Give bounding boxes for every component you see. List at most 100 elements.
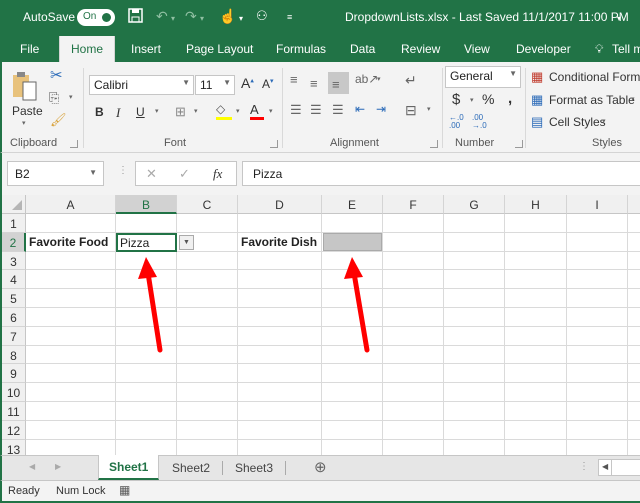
cell-styles-button[interactable]: Cell Styles [549,115,606,129]
italic-button[interactable]: I [116,105,120,121]
bold-button[interactable]: B [95,105,104,119]
font-name-combo[interactable]: Calibri ▼ [89,75,194,95]
increase-font-size-icon[interactable]: A▴ [241,75,254,91]
increase-indent-icon[interactable]: ⇥ [376,102,386,116]
macro-recording-icon[interactable]: ▦ [119,483,130,497]
cut-icon[interactable]: ✂ [50,66,63,84]
scroll-tabs-right-icon[interactable]: ▶ [55,462,61,471]
toggle-knob [102,13,111,22]
font-color-dropdown-icon[interactable]: ▾ [269,107,273,115]
name-box[interactable]: B2 ▼ [7,161,104,186]
format-painter-icon[interactable]: 🖌︎ [50,112,67,128]
comma-button[interactable]: , [508,90,512,107]
underline-button[interactable]: U [136,105,145,119]
format-table-dropdown-icon[interactable]: ▾ [631,95,635,103]
tab-developer[interactable]: Developer [516,42,571,56]
undo-icon[interactable]: ↶ [156,8,168,25]
alignment-launcher-icon[interactable]: . [430,140,438,148]
align-left-icon[interactable]: ☰ [290,102,302,118]
cancel-icon[interactable]: ✕ [146,166,157,182]
wrap-text-icon[interactable]: ↵ [405,72,417,89]
autosave-toggle[interactable]: On [77,9,115,26]
status-num-lock: Num Lock [56,485,106,497]
horizontal-scrollbar[interactable]: ◀ [598,459,640,476]
orientation-dropdown-icon[interactable]: ▾ [377,75,381,83]
align-right-icon[interactable]: ☰ [332,102,344,118]
tab-home[interactable]: Home [59,36,116,62]
org-chart-icon[interactable]: ⚇ [256,8,268,24]
clipboard-group-label: Clipboard [10,137,58,149]
separator [442,68,443,148]
touch-dropdown-icon[interactable]: ▾ [239,14,243,23]
fill-dropdown-icon[interactable]: ▾ [236,107,240,115]
paste-dropdown-icon[interactable]: ▾ [22,119,26,127]
font-color-icon[interactable]: A [250,102,264,120]
tab-insert[interactable]: Insert [131,42,161,56]
tab-file[interactable]: File [20,42,39,56]
insert-function-icon[interactable]: fx [213,166,222,182]
format-as-table-button[interactable]: Format as Table [549,93,635,107]
name-box-value: B2 [15,167,30,181]
copy-dropdown-icon[interactable]: ▾ [69,93,73,101]
sheet-tab-sheet2[interactable]: Sheet2 [162,456,220,480]
decrease-indent-icon[interactable]: ⇤ [355,102,365,116]
formula-input[interactable]: Pizza [242,161,640,186]
tell-me-search[interactable]: Tell me [612,42,640,56]
cell-styles-dropdown-icon[interactable]: ▾ [602,117,606,125]
font-size-combo[interactable]: 11 ▼ [195,75,235,95]
tab-review[interactable]: Review [401,42,440,56]
borders-dropdown-icon[interactable]: ▾ [194,107,198,115]
save-icon[interactable] [128,8,143,26]
new-sheet-icon[interactable]: ⊕ [314,458,327,476]
bottom-align-button[interactable]: ≡ [328,72,349,94]
orientation-icon[interactable]: ab↗ [355,72,378,86]
clipboard-launcher-icon[interactable]: . [70,140,78,148]
decrease-font-size-icon[interactable]: A▾ [262,77,274,91]
merge-center-icon[interactable]: ⊟ [405,102,417,119]
tab-data[interactable]: Data [350,42,375,56]
tab-view[interactable]: View [464,42,490,56]
currency-dropdown-icon[interactable]: ▾ [470,96,474,104]
number-format-combo[interactable]: General ▼ [445,66,521,88]
number-launcher-icon[interactable]: . [515,140,523,148]
undo-dropdown-icon[interactable]: ▾ [171,14,175,23]
bottom-align-icon: ≡ [332,77,340,92]
scroll-left-icon[interactable]: ◀ [599,460,612,475]
merge-dropdown-icon[interactable]: ▾ [427,105,431,113]
worksheet-grid[interactable]: ABCDEFGHI 1 2 3 4 5 6 7 8 9 10 11 12 13 Favorite Foo… [0,195,640,455]
currency-button[interactable]: $ [452,91,460,108]
underline-dropdown-icon[interactable]: ▾ [155,107,159,115]
sheet-tab-sheet3[interactable]: Sheet3 [225,456,283,480]
chevron-down-icon: ▼ [89,168,97,177]
borders-icon[interactable]: ⊞ [175,104,186,120]
percent-button[interactable]: % [482,91,494,107]
tab-page-layout[interactable]: Page Layout [186,42,253,56]
conditional-formatting-button[interactable]: Conditional Formatting [549,70,640,84]
format-as-table-icon: ▦ [531,92,544,107]
fill-color-icon[interactable]: ◇ [216,102,232,120]
redo-icon[interactable]: ↷ [185,8,197,25]
split-handle-icon[interactable]: ⋮ [579,461,589,472]
scroll-tabs-left-icon[interactable]: ◀ [29,462,35,471]
touch-mode-icon[interactable]: ☝ [219,8,236,25]
top-align-icon[interactable]: ≡ [290,72,298,87]
copy-icon[interactable]: ⎘ [49,90,59,106]
tab-formulas[interactable]: Formulas [276,42,326,56]
ribbon-home: Paste ▾ ✂ ⎘ ▾ 🖌︎ Clipboard . Calibri ▼ 11… [0,62,640,153]
sheet-tab-sheet1[interactable]: Sheet1 [98,455,160,480]
redo-dropdown-icon[interactable]: ▾ [200,14,204,23]
enter-icon[interactable]: ✓ [179,166,190,182]
paste-button[interactable]: Paste [12,104,43,118]
lightbulb-icon: 💡︎ [595,42,604,56]
title-dropdown-icon[interactable]: ▾ [617,14,621,23]
customize-toolbar-icon[interactable]: ≡ [287,12,292,22]
middle-align-icon[interactable]: ≡ [310,76,318,91]
align-center-icon[interactable]: ☰ [310,102,322,118]
formula-bar: B2 ▼ ⋮ ✕ ✓ fx Pizza [0,153,640,195]
annotation-arrows [138,257,370,353]
styles-group-label: Styles [592,137,622,149]
increase-decimal-icon[interactable]: ←.0.00 [449,114,464,130]
font-launcher-icon[interactable]: . [270,140,278,148]
decrease-decimal-icon[interactable]: .00 →.0 [472,114,487,130]
paste-icon[interactable] [11,70,39,104]
